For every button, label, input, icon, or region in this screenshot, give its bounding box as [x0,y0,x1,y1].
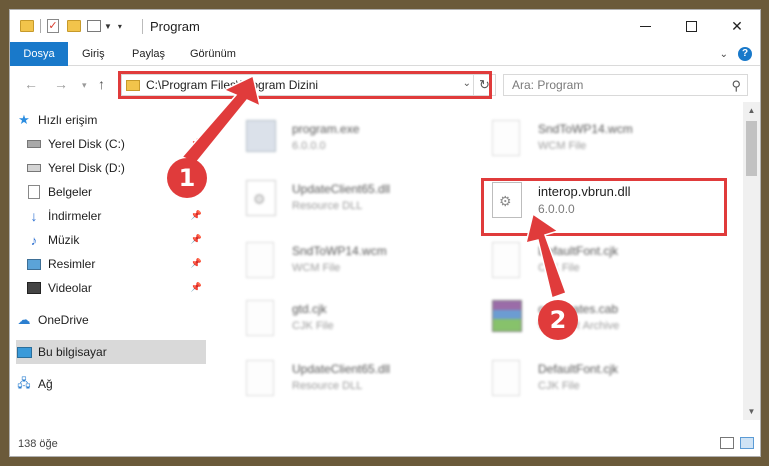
arrow-2 [524,212,567,299]
arrow-1 [180,74,262,164]
step-badge-2: 2 [538,300,578,340]
step-badge-1: 1 [167,158,207,198]
annotation-arrows [180,74,567,299]
